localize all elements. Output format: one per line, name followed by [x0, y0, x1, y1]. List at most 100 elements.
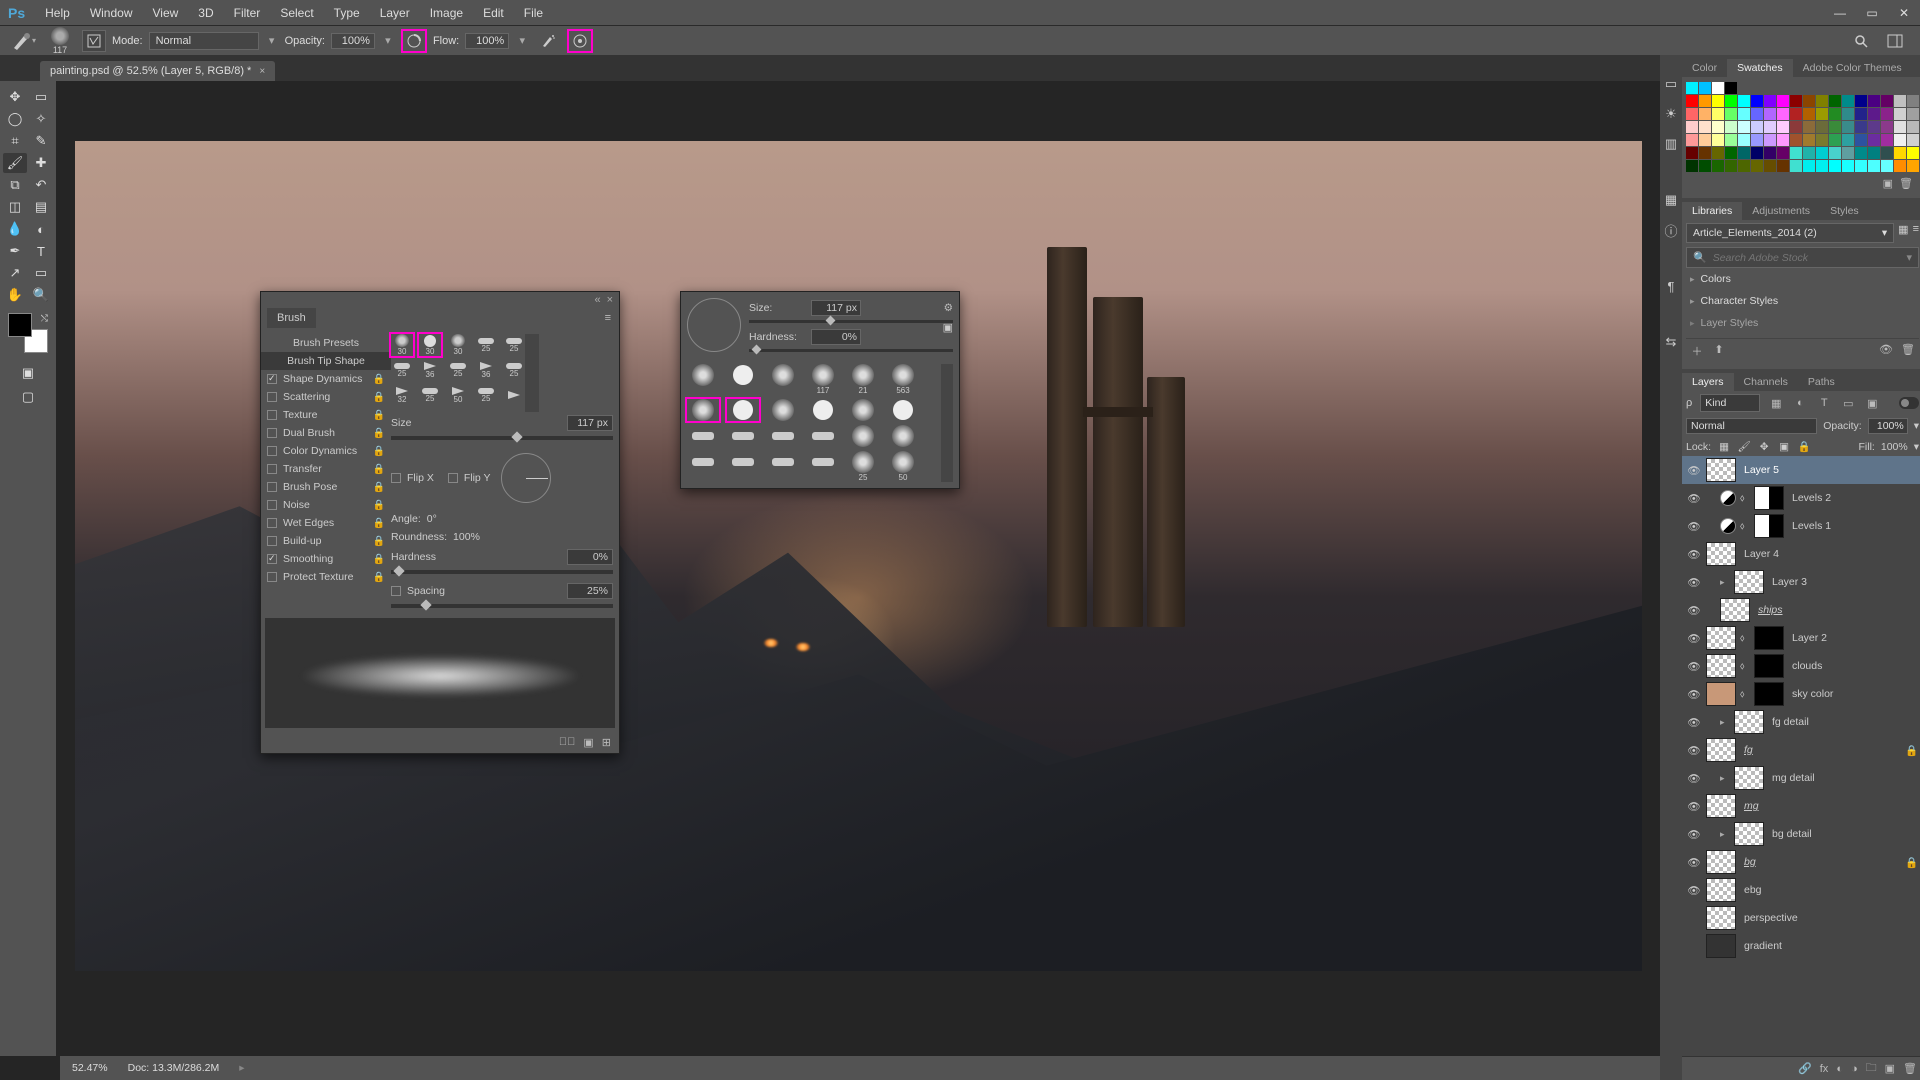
picker-brush-22[interactable]: 25: [847, 451, 879, 482]
character-icon[interactable]: ¶: [1660, 277, 1682, 295]
swatch[interactable]: [1803, 95, 1815, 107]
layer-name[interactable]: Layer 2: [1788, 632, 1919, 644]
visibility-icon[interactable]: 👁: [1686, 744, 1702, 757]
layer-row[interactable]: 👁bg🔒: [1682, 848, 1920, 876]
layer-name[interactable]: Levels 2: [1788, 492, 1919, 504]
swatch[interactable]: [1855, 95, 1867, 107]
menu-window[interactable]: Window: [80, 6, 143, 20]
swatch[interactable]: [1790, 134, 1802, 146]
layer-row[interactable]: 👁⬨sky color: [1682, 680, 1920, 708]
swatch[interactable]: [1712, 95, 1724, 107]
swatch[interactable]: [1686, 160, 1698, 172]
swatch[interactable]: [1790, 147, 1802, 159]
menu-layer[interactable]: Layer: [370, 6, 420, 20]
swatch[interactable]: [1712, 82, 1724, 94]
brush-option-smoothing[interactable]: Smoothing🔒: [261, 550, 391, 568]
swatch[interactable]: [1868, 95, 1880, 107]
menu-select[interactable]: Select: [270, 6, 323, 20]
layer-row[interactable]: 👁▸mg detail: [1682, 764, 1920, 792]
clone-tool[interactable]: ⧉: [3, 175, 27, 195]
histogram-icon[interactable]: ▥: [1660, 135, 1682, 153]
visibility-icon[interactable]: 👁: [1686, 884, 1702, 897]
brush-tip-3[interactable]: 25: [475, 334, 497, 356]
swatch[interactable]: [1790, 160, 1802, 172]
layer-row[interactable]: gradient: [1682, 932, 1920, 960]
menu-edit[interactable]: Edit: [473, 6, 514, 20]
swatch[interactable]: [1699, 134, 1711, 146]
swatch[interactable]: [1764, 121, 1776, 133]
swatch[interactable]: [1699, 147, 1711, 159]
picker-brush-13[interactable]: [727, 425, 759, 447]
preview-toggle-icon[interactable]: 👁⃠: [559, 736, 576, 749]
visibility-icon[interactable]: 👁: [1686, 492, 1702, 505]
layer-name[interactable]: Layer 4: [1740, 548, 1919, 560]
layer-row[interactable]: 👁fg🔒: [1682, 736, 1920, 764]
brush-tip-12[interactable]: 50: [447, 384, 469, 406]
screen-mode-icon[interactable]: ▢: [16, 387, 40, 407]
swatch[interactable]: [1738, 121, 1750, 133]
visibility-icon[interactable]: 👁: [1686, 772, 1702, 785]
swatch[interactable]: [1764, 147, 1776, 159]
swatch[interactable]: [1842, 147, 1854, 159]
swatch[interactable]: [1829, 147, 1841, 159]
swatch[interactable]: [1803, 134, 1815, 146]
swatch[interactable]: [1699, 160, 1711, 172]
swatch[interactable]: [1881, 147, 1893, 159]
channels-tab[interactable]: Channels: [1734, 373, 1798, 391]
new-group-icon[interactable]: 🗀: [1866, 1059, 1877, 1078]
swatch[interactable]: [1907, 108, 1919, 120]
swatch[interactable]: [1816, 160, 1828, 172]
eraser-tool[interactable]: ◫: [3, 197, 27, 217]
eyedropper-tool[interactable]: ✎: [29, 131, 53, 151]
swatch[interactable]: [1777, 160, 1789, 172]
brush-tip-shape[interactable]: Brush Tip Shape: [261, 352, 391, 370]
swatch[interactable]: [1868, 147, 1880, 159]
swatch[interactable]: [1803, 160, 1815, 172]
brush-option-wet-edges[interactable]: Wet Edges🔒: [261, 514, 391, 532]
layer-filter-kind[interactable]: Kind: [1700, 394, 1760, 412]
libraries-tab[interactable]: Libraries: [1682, 202, 1742, 220]
layer-row[interactable]: 👁▸bg detail: [1682, 820, 1920, 848]
layer-fill-field[interactable]: 100%: [1881, 441, 1908, 453]
filter-toggle[interactable]: [1899, 397, 1919, 409]
swatch[interactable]: [1881, 134, 1893, 146]
swatch[interactable]: [1803, 121, 1815, 133]
swatch[interactable]: [1777, 121, 1789, 133]
swatch[interactable]: [1686, 147, 1698, 159]
swatch[interactable]: [1699, 108, 1711, 120]
new-swatch-icon[interactable]: ▣: [1883, 177, 1893, 190]
layer-name[interactable]: Layer 5: [1740, 464, 1919, 476]
swatch[interactable]: [1764, 108, 1776, 120]
swatch[interactable]: [1738, 134, 1750, 146]
layer-row[interactable]: 👁ebg: [1682, 876, 1920, 904]
lock-nest-icon[interactable]: ▣: [1777, 441, 1791, 453]
layer-name[interactable]: clouds: [1788, 660, 1919, 672]
swatch[interactable]: [1686, 82, 1698, 94]
swatch[interactable]: [1907, 160, 1919, 172]
swap-icon[interactable]: ⇆: [1660, 333, 1682, 351]
filter-pixel-icon[interactable]: ▦: [1768, 397, 1784, 410]
layer-name[interactable]: fg detail: [1768, 716, 1919, 728]
swatch[interactable]: [1829, 108, 1841, 120]
history-icon[interactable]: ▭: [1660, 75, 1682, 93]
layer-name[interactable]: Layer 3: [1768, 576, 1919, 588]
visibility-icon[interactable]: 👁: [1686, 520, 1702, 533]
zoom-tool[interactable]: 🔍: [29, 285, 53, 305]
swatch[interactable]: [1725, 82, 1737, 94]
swatch[interactable]: [1764, 95, 1776, 107]
swatch[interactable]: [1894, 160, 1906, 172]
fx-icon[interactable]: fx: [1820, 1063, 1829, 1075]
swatch[interactable]: [1842, 95, 1854, 107]
brush-panel[interactable]: « × Brush ≡ Brush Presets Brush Tip Shap…: [260, 291, 620, 754]
layer-row[interactable]: 👁▸Layer 3: [1682, 568, 1920, 596]
swatch[interactable]: [1699, 121, 1711, 133]
layer-row[interactable]: 👁⬨Levels 2: [1682, 484, 1920, 512]
visibility-icon[interactable]: 👁: [1686, 548, 1702, 561]
opacity-field[interactable]: 100%: [331, 33, 375, 49]
new-adjust-icon[interactable]: ◑: [1851, 1063, 1858, 1075]
brush-option-transfer[interactable]: Transfer🔒: [261, 460, 391, 478]
spacing-slider[interactable]: [391, 604, 613, 608]
brush-tip-6[interactable]: 36: [419, 359, 441, 381]
panel-close-icon[interactable]: ×: [607, 294, 613, 306]
adobe-color-tab[interactable]: Adobe Color Themes: [1793, 59, 1912, 77]
